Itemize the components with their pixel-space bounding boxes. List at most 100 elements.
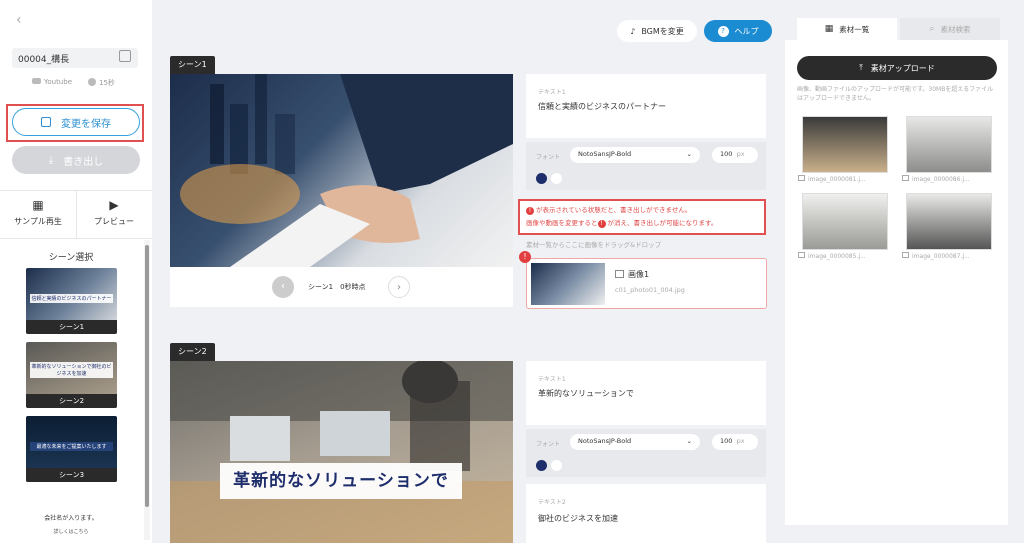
image-icon xyxy=(798,252,805,258)
color-swatch-white[interactable] xyxy=(551,173,562,184)
text-label: テキスト1 xyxy=(538,89,566,96)
scene-1-label: シーン1 xyxy=(170,56,215,74)
download-icon: ⤓ xyxy=(48,154,54,166)
tab-asset-list[interactable]: ▦ 素材一覧 xyxy=(797,18,897,40)
bgm-change-button[interactable]: ♪ BGMを変更 xyxy=(617,20,697,42)
warning-text: 画像や動画を変更すると xyxy=(526,219,598,227)
youtube-icon xyxy=(32,78,41,84)
duration-info: 15秒 xyxy=(88,78,115,88)
sample-play-label: サンプル再生 xyxy=(14,217,62,226)
asset-thumb-2[interactable] xyxy=(906,116,992,173)
warning-text: が消え、書き出しが可能になります。 xyxy=(607,219,718,227)
scene-thumb-2[interactable]: 革新的なソリューションで御社のビジネスを加速 シーン2 xyxy=(26,342,117,408)
font-size-input[interactable]: 100 px xyxy=(712,434,758,450)
font-size-value: 100 xyxy=(720,437,733,445)
color-swatch-navy[interactable] xyxy=(536,460,547,471)
media-title: 画像1 xyxy=(615,269,649,280)
tab-asset-list-label: 素材一覧 xyxy=(839,24,870,34)
font-settings-row: フォント NotoSansJP-Bold ⌄ 100 px xyxy=(526,142,766,190)
warning-line-1: ! が表示されている状態だと、書き出しができません。 xyxy=(526,204,758,217)
font-unit: px xyxy=(736,437,745,445)
grid-icon: ▦ xyxy=(824,24,834,34)
company-subtext: 詳しくはこちら xyxy=(53,529,89,535)
asset-thumb-3[interactable] xyxy=(802,193,888,250)
save-button[interactable]: 変更を保存 xyxy=(12,108,140,136)
edit-icon[interactable] xyxy=(119,50,131,62)
music-note-icon: ♪ xyxy=(630,26,636,36)
asset-name: image_0000081.j... xyxy=(798,175,890,183)
upload-note: 画像、動画ファイルのアップロードが可能です。30MBを超えるファイルはアップロー… xyxy=(797,86,994,102)
youtube-label: Youtube xyxy=(44,78,72,86)
font-select[interactable]: NotoSansJP-Bold ⌄ xyxy=(570,147,700,163)
asset-thumb-1[interactable] xyxy=(802,116,888,173)
asset-name: image_0000085.j... xyxy=(798,252,890,260)
image-icon xyxy=(902,175,909,181)
meeting-photo xyxy=(170,361,513,543)
asset-panel xyxy=(785,40,1008,525)
tab-asset-search[interactable]: ⌕ 素材検索 xyxy=(900,18,1000,40)
handshake-photo xyxy=(180,74,513,267)
text-1-panel: テキスト1 信頼と実績のビジネスのパートナー xyxy=(526,74,766,138)
warning-icon: ! xyxy=(597,220,606,228)
font-size-input[interactable]: 100 px xyxy=(712,147,758,163)
thumb-caption: シーン1 xyxy=(26,320,117,334)
color-swatch-white[interactable] xyxy=(551,460,562,471)
help-icon: ? xyxy=(717,25,729,37)
warning-text: が表示されている状態だと、書き出しができません。 xyxy=(536,206,692,214)
asset-name-text: image_0000086.j... xyxy=(912,176,970,183)
scene-2-image[interactable] xyxy=(170,361,513,543)
divider xyxy=(0,238,152,239)
image-icon xyxy=(615,270,624,278)
prev-arrow-icon[interactable]: ‹ xyxy=(272,276,294,298)
youtube-format: Youtube xyxy=(32,78,72,86)
warning-line-2: 画像や動画を変更すると! が消え、書き出しが可能になります。 xyxy=(526,217,758,230)
font-select[interactable]: NotoSansJP-Bold ⌄ xyxy=(570,434,700,450)
font-name: NotoSansJP-Bold xyxy=(578,150,632,158)
upload-button[interactable]: ⤒ 素材アップロード xyxy=(797,56,997,80)
scene-2-caption: 革新的なソリューションで xyxy=(220,463,462,499)
scene-1-nav: ‹ シーン1 0秒時点 › xyxy=(170,267,513,307)
color-swatch-navy[interactable] xyxy=(536,173,547,184)
sample-play-button[interactable]: ▦ サンプル再生 xyxy=(0,198,76,227)
scene-thumb-3[interactable]: 最適な未来をご提案いたします シーン3 xyxy=(26,416,117,482)
clock-icon xyxy=(88,78,96,86)
media-name: 画像1 xyxy=(628,270,650,279)
scene-1-image[interactable] xyxy=(170,74,513,267)
image-icon xyxy=(798,175,805,181)
company-text: 会社名が入ります。 xyxy=(44,515,98,522)
upload-icon: ⤒ xyxy=(859,63,863,72)
font-unit: px xyxy=(736,150,745,158)
media-slot-1[interactable]: 画像1 c01_photo01_004.jpg xyxy=(526,258,767,309)
chevron-down-icon: ⌄ xyxy=(686,150,692,158)
film-icon: ▦ xyxy=(32,198,44,212)
export-warning-box: ! が表示されている状態だと、書き出しができません。 画像や動画を変更すると! が消… xyxy=(518,199,766,235)
preview-button[interactable]: ▶ プレビュー xyxy=(76,198,152,227)
asset-thumb-4[interactable] xyxy=(906,193,992,250)
text-input[interactable]: 信頼と実績のビジネスのパートナー xyxy=(538,101,666,112)
scene-select-title: シーン選択 xyxy=(48,253,94,263)
help-button[interactable]: ? ヘルプ xyxy=(704,20,772,42)
tab-asset-search-label: 素材検索 xyxy=(940,24,971,34)
image-icon xyxy=(902,252,909,258)
export-button[interactable]: ⤓ 書き出し xyxy=(12,146,140,174)
asset-name-text: image_0000081.j... xyxy=(808,176,866,183)
thumb-overlay-text: 最適な未来をご提案いたします xyxy=(30,442,113,451)
duration-label: 15秒 xyxy=(99,79,115,87)
text-label: テキスト1 xyxy=(538,376,566,383)
font-name: NotoSansJP-Bold xyxy=(578,437,632,445)
scene-time-label: シーン1 0秒時点 xyxy=(308,283,366,291)
text-input[interactable]: 革新的なソリューションで xyxy=(538,388,634,399)
warning-icon: ! xyxy=(526,207,534,215)
help-label: ヘルプ xyxy=(734,26,759,36)
back-chevron-icon[interactable]: ‹ xyxy=(16,12,22,28)
save-label: 変更を保存 xyxy=(61,118,111,130)
asset-name-text: image_0000087.j... xyxy=(912,253,970,260)
drag-drop-hint: 素材一覧からここに画像をドラッグ&ドロップ xyxy=(526,241,662,249)
next-arrow-icon[interactable]: › xyxy=(388,276,410,298)
sidebar-scrollbar-thumb[interactable] xyxy=(145,245,149,507)
text-1-panel: テキスト1 革新的なソリューションで xyxy=(526,361,766,425)
asset-name-text: image_0000085.j... xyxy=(808,253,866,260)
scene-thumb-1[interactable]: 信頼と実績のビジネスのパートナー シーン1 xyxy=(26,268,117,334)
preview-label: プレビュー xyxy=(94,217,134,226)
text-input[interactable]: 御社のビジネスを加速 xyxy=(538,513,618,524)
